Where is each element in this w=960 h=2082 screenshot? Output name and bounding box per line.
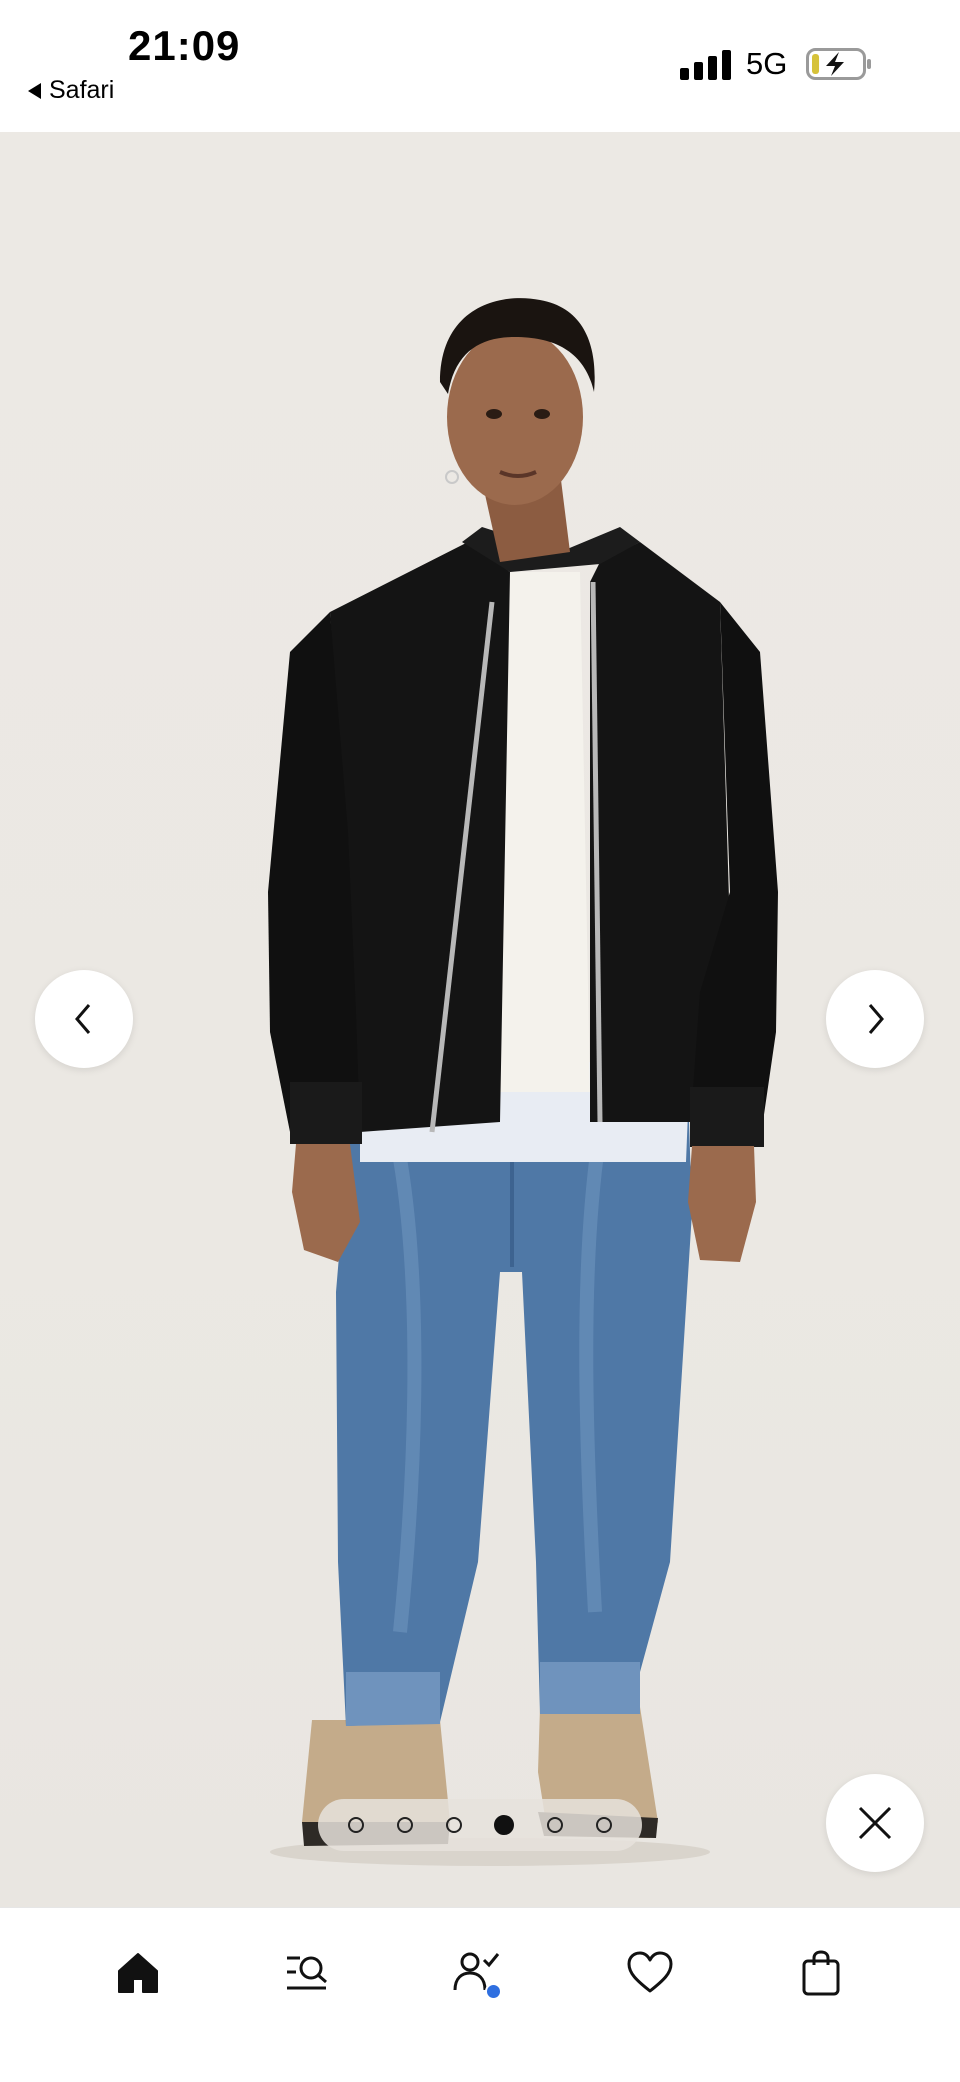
pagination-dot[interactable] bbox=[445, 1817, 462, 1833]
status-time: 21:09 bbox=[128, 22, 241, 69]
product-image-gallery[interactable] bbox=[0, 132, 960, 1907]
image-pagination bbox=[318, 1799, 642, 1851]
tab-wishlist[interactable] bbox=[615, 1938, 685, 2008]
pagination-dot[interactable] bbox=[348, 1817, 365, 1833]
close-gallery-button[interactable] bbox=[826, 1774, 924, 1872]
network-type: 5G bbox=[746, 46, 788, 81]
shopping-bag-icon bbox=[802, 1950, 840, 1996]
pagination-dot[interactable] bbox=[546, 1817, 563, 1833]
close-icon bbox=[858, 1806, 892, 1840]
home-icon bbox=[118, 1953, 158, 1993]
notification-badge bbox=[485, 1983, 502, 2000]
product-photo-model bbox=[268, 298, 778, 1866]
tab-bag[interactable] bbox=[786, 1938, 856, 2008]
tab-search[interactable] bbox=[272, 1938, 342, 2008]
back-triangle-icon bbox=[28, 82, 41, 99]
previous-image-button[interactable] bbox=[35, 970, 133, 1068]
chevron-right-icon bbox=[868, 1004, 884, 1034]
tab-home[interactable] bbox=[103, 1938, 173, 2008]
pagination-dot[interactable] bbox=[595, 1817, 612, 1833]
cellular-signal-icon bbox=[680, 48, 732, 80]
next-image-button[interactable] bbox=[826, 970, 924, 1068]
battery-charging-icon bbox=[806, 48, 872, 80]
tab-account[interactable] bbox=[442, 1938, 512, 2008]
search-icon bbox=[287, 1956, 327, 1990]
bottom-tab-bar bbox=[0, 1907, 960, 2082]
back-to-app-link[interactable]: Safari bbox=[28, 76, 114, 105]
status-bar: 21:09 Safari 5G bbox=[0, 0, 960, 132]
chevron-left-icon bbox=[75, 1004, 91, 1034]
pagination-dot[interactable] bbox=[396, 1817, 413, 1833]
back-app-label: Safari bbox=[49, 76, 115, 104]
pagination-dot-active[interactable] bbox=[494, 1815, 515, 1835]
heart-icon bbox=[627, 1951, 673, 1993]
